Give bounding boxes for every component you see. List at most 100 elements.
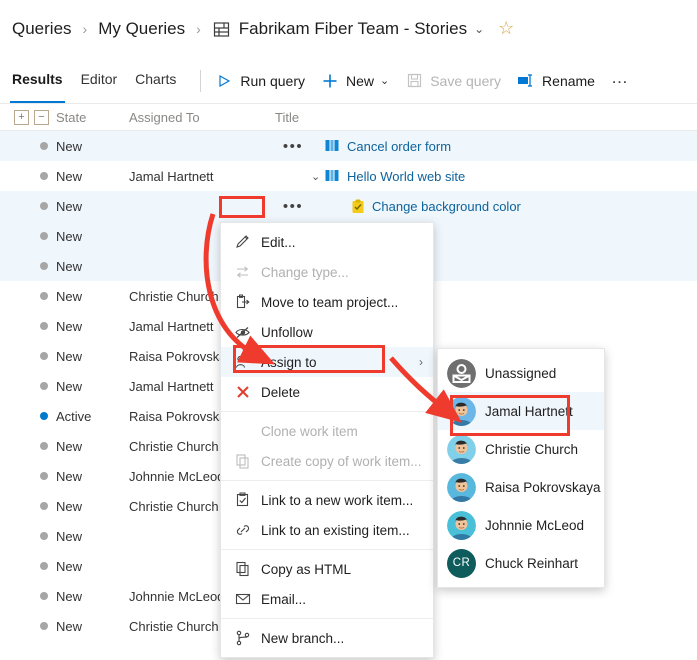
title-link[interactable]: Change background color [372, 199, 521, 214]
new-button[interactable]: New ⌄ [321, 72, 389, 90]
table-row[interactable]: New Jamal Hartnett ⌄ Hello World web site [0, 161, 697, 191]
copy-html-icon [235, 561, 257, 577]
tree-expand-chevron-icon[interactable]: ⌄ [311, 170, 325, 183]
tab-charts[interactable]: Charts [135, 71, 176, 90]
collapse-all-icon[interactable]: − [34, 109, 49, 125]
context-menu-item-delete[interactable]: Delete [221, 377, 433, 407]
assign-submenu-item-unassigned[interactable]: Unassigned [438, 354, 604, 392]
state-dot-cell [0, 562, 56, 570]
play-icon [215, 72, 233, 90]
state-dot-icon [40, 412, 48, 420]
assign-submenu-item-johnnie-mcleod[interactable]: Johnnie McLeod [438, 506, 604, 544]
context-menu-item-move-to-team-project[interactable]: Move to team project... [221, 287, 433, 317]
context-menu-item-email[interactable]: Email... [221, 584, 433, 614]
cell-state: New [56, 618, 83, 634]
assign-submenu-item-jamal-hartnett[interactable]: Jamal Hartnett [438, 392, 604, 430]
cell-state: New [56, 258, 83, 274]
context-menu-item-assign-to[interactable]: Assign to › [221, 347, 433, 377]
table-row[interactable]: New ••• Change background color [0, 191, 697, 221]
cell-title[interactable]: Cancel order form [311, 139, 697, 154]
assign-icon [235, 354, 257, 370]
assign-submenu-item-christie-church[interactable]: Christie Church [438, 430, 604, 468]
context-menu-item-label: Move to team project... [261, 294, 399, 310]
chevron-down-icon[interactable]: ⌄ [380, 74, 389, 87]
state-dot-cell [0, 592, 56, 600]
cell-state: New [56, 348, 83, 364]
context-menu-item-change-type: Change type... [221, 257, 433, 287]
context-menu-separator [221, 618, 433, 619]
row-context-menu-button[interactable]: ••• [275, 138, 311, 155]
breadcrumb-item-current-query[interactable]: Fabrikam Fiber Team - Stories [239, 19, 467, 39]
assign-submenu-item-raisa-pokrovskaya[interactable]: Raisa Pokrovskaya [438, 468, 604, 506]
context-menu-item-copy-as-html[interactable]: Copy as HTML [221, 554, 433, 584]
avatar [447, 510, 476, 540]
cell-state: New [56, 528, 83, 544]
state-dot-cell [0, 172, 56, 180]
state-dot-icon [40, 442, 48, 450]
context-menu-item-label: Email... [261, 591, 307, 607]
rename-icon [517, 72, 535, 90]
assign-submenu-item-label: Raisa Pokrovskaya [485, 479, 601, 495]
context-menu-separator [221, 549, 433, 550]
title-link[interactable]: Hello World web site [347, 169, 465, 184]
new-label: New [345, 72, 374, 89]
context-menu-item-new-branch[interactable]: New branch... [221, 623, 433, 653]
context-menu-item-unfollow[interactable]: Unfollow [221, 317, 433, 347]
context-menu-item-label: Link to an existing item... [261, 522, 410, 538]
chevron-down-icon[interactable]: ⌄ [474, 22, 484, 36]
context-menu-item-label: Delete [261, 384, 301, 400]
breadcrumb-item-queries[interactable]: Queries [12, 19, 72, 39]
toolbar-divider [200, 69, 202, 92]
save-query-button[interactable]: Save query [405, 72, 501, 90]
toolbar-overflow-button[interactable]: … [611, 68, 630, 88]
rename-button[interactable]: Rename [517, 72, 595, 90]
assign-to-submenu: Unassigned Jamal Hartnett Christie Church R… [437, 348, 605, 588]
cell-state: New [56, 498, 83, 514]
assign-submenu-item-chuck-reinhart[interactable]: CR Chuck Reinhart [438, 544, 604, 582]
breadcrumb-item-my-queries[interactable]: My Queries [98, 19, 185, 39]
state-dot-icon [40, 502, 48, 510]
breadcrumb: Queries › My Queries › Fabrikam Fiber Te… [0, 0, 697, 57]
cell-title[interactable]: ⌄ Hello World web site [311, 169, 697, 184]
column-header-assigned-to[interactable]: Assigned To [129, 110, 275, 125]
row-context-menu-button[interactable]: ••• [275, 198, 311, 215]
email-icon [235, 591, 257, 607]
table-row[interactable]: New ••• Cancel order form [0, 131, 697, 161]
favorite-star-icon[interactable]: ☆ [498, 18, 514, 39]
cell-title[interactable]: Change background color [311, 199, 697, 214]
title-link[interactable]: Cancel order form [347, 139, 451, 154]
context-menu-separator [221, 480, 433, 481]
delete-icon [235, 384, 257, 400]
context-menu-item-edit[interactable]: Edit... [221, 227, 433, 257]
tab-editor[interactable]: Editor [81, 71, 118, 90]
context-menu-item-label: Create copy of work item... [261, 453, 422, 469]
avatar [447, 396, 476, 426]
state-dot-icon [40, 622, 48, 630]
state-dot-icon [40, 532, 48, 540]
row-context-menu: Edit... Change type... Move to team projec… [220, 222, 434, 658]
assign-submenu-item-label: Chuck Reinhart [485, 555, 579, 571]
run-query-button[interactable]: Run query [215, 72, 305, 90]
column-header-state[interactable]: State [56, 110, 129, 125]
cell-state: Active [56, 408, 92, 424]
state-dot-cell [0, 412, 56, 420]
column-header-title[interactable]: Title [275, 110, 697, 125]
grid-header-row: + − State Assigned To Title [0, 104, 697, 131]
cell-state: New [56, 318, 83, 334]
story-icon [325, 139, 340, 153]
cell-state: New [56, 228, 83, 244]
expand-all-icon[interactable]: + [14, 109, 29, 125]
state-dot-cell [0, 292, 56, 300]
assign-submenu-item-label: Unassigned [485, 365, 557, 381]
state-dot-icon [40, 262, 48, 270]
state-dot-cell [0, 322, 56, 330]
assign-submenu-item-label: Christie Church [485, 441, 579, 457]
query-folder-icon [212, 20, 231, 42]
state-dot-cell [0, 532, 56, 540]
tab-results[interactable]: Results [10, 71, 65, 103]
state-dot-cell [0, 262, 56, 270]
context-menu-item-link-to-an-existing-item[interactable]: Link to an existing item... [221, 515, 433, 545]
context-menu-item-label: New branch... [261, 630, 345, 646]
context-menu-item-link-to-a-new-work-item[interactable]: Link to a new work item... [221, 485, 433, 515]
cell-state: New [56, 288, 83, 304]
